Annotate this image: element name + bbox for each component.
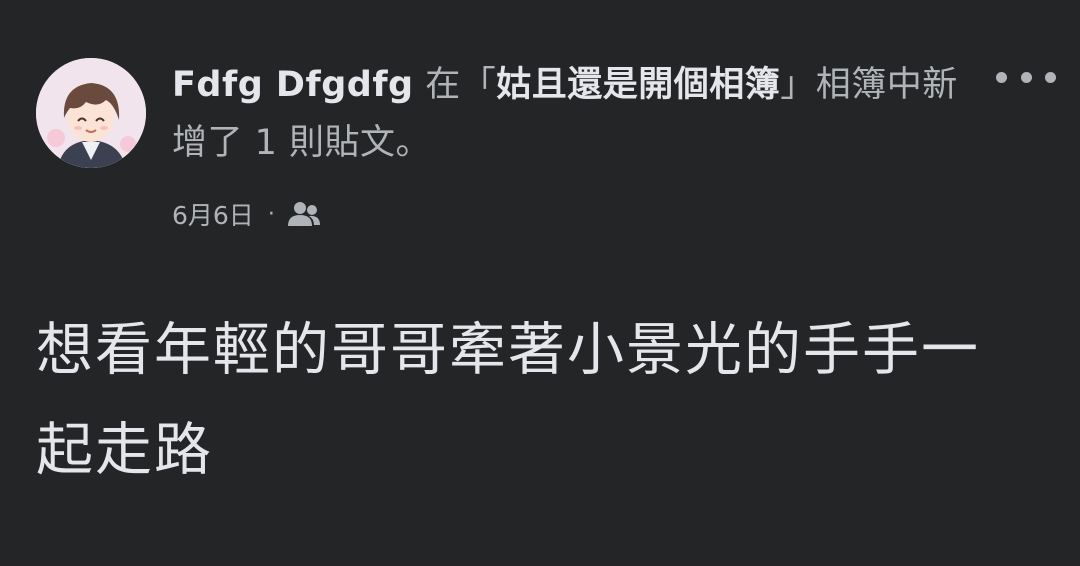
author-avatar[interactable] xyxy=(36,58,146,168)
album-name-link[interactable]: 姑且還是開個相簿 xyxy=(496,65,780,105)
author-name[interactable]: Fdfg Dfgdfg xyxy=(172,65,414,105)
more-options-dot xyxy=(1045,71,1056,83)
more-options-button[interactable] xyxy=(996,60,1056,94)
more-options-dot xyxy=(1020,71,1032,83)
post-meta: 6月6日 · xyxy=(172,194,321,234)
meta-separator: · xyxy=(267,201,275,227)
post-body-text: 想看年輕的哥哥牽著小景光的手手一起走路 xyxy=(36,317,980,483)
action-prefix: 在「 xyxy=(413,65,497,105)
friends-icon[interactable] xyxy=(287,201,321,227)
post-timestamp[interactable]: 6月6日 xyxy=(172,196,254,232)
post-card: Fdfg Dfgdfg 在「姑且還是開個相簿」相簿中新增了 1 則貼文。 6月6… xyxy=(0,0,1080,566)
avatar-image xyxy=(36,58,146,168)
more-options-icon xyxy=(996,71,1007,83)
post-header: Fdfg Dfgdfg 在「姑且還是開個相簿」相簿中新增了 1 則貼文。 xyxy=(172,56,962,172)
